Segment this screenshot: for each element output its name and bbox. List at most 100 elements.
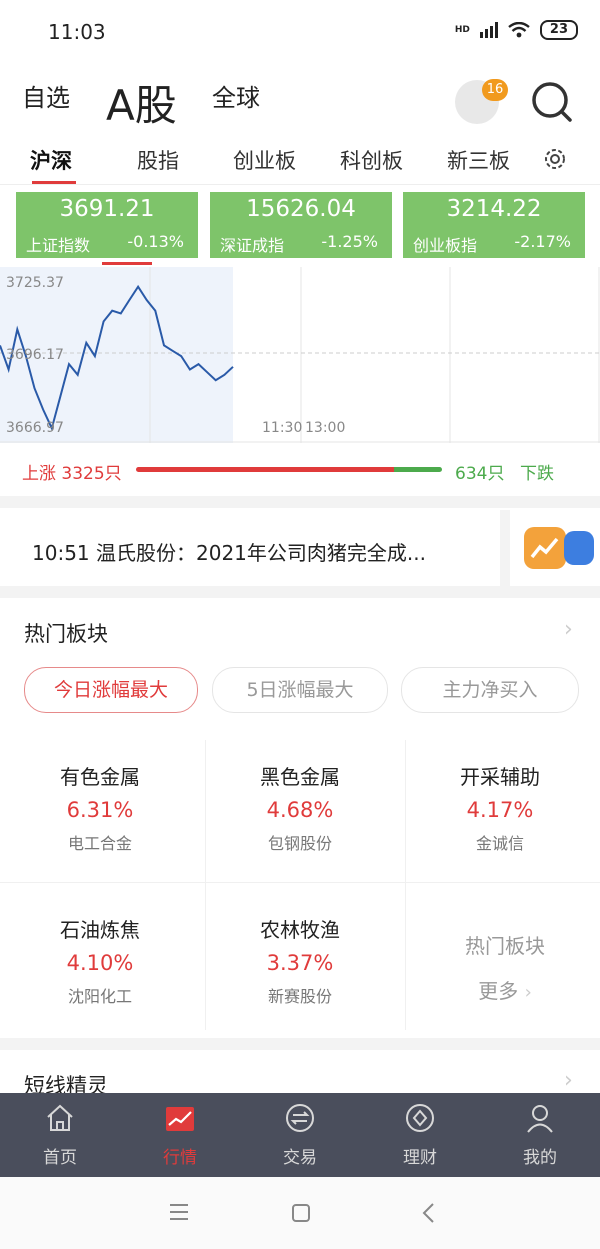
bottom-nav-label: 理财: [403, 1148, 437, 1168]
tab-divider: [0, 184, 600, 185]
more-link-label: 更多: [478, 979, 519, 1003]
sector-name: 农林牧渔: [260, 918, 340, 942]
sector-leader: 沈阳化工: [67, 987, 132, 1006]
intraday-chart[interactable]: 3725.37 3696.17 3666.97 11:30 13:00: [0, 267, 600, 443]
home-icon: [47, 1104, 73, 1131]
index-change: -0.13%: [127, 232, 184, 251]
sector-change: 3.37%: [266, 951, 334, 975]
more-sectors-title[interactable]: 热门板块: [410, 930, 600, 959]
index-name: 上证指数: [26, 236, 91, 255]
index-change: -2.17%: [514, 232, 571, 251]
tab-star-market[interactable]: 科创板: [340, 145, 403, 175]
index-card-shenzhen[interactable]: 15626.04 深证成指 -1.25%: [210, 192, 392, 258]
signal-icon: [479, 22, 498, 38]
pill-today-top-gainers[interactable]: 今日涨幅最大: [24, 667, 198, 713]
app-promo-icon[interactable]: [524, 527, 594, 569]
sector-name: 有色金属: [60, 765, 140, 789]
exchange-icon: [286, 1104, 314, 1132]
nav-a-shares[interactable]: A股: [106, 72, 177, 133]
section-separator: [0, 1038, 600, 1050]
menu-icon[interactable]: [168, 1203, 190, 1221]
selected-index-indicator: [102, 262, 152, 265]
sector-leader: 电工合金: [67, 834, 132, 853]
market-chart-icon: [166, 1107, 194, 1131]
sector-cell[interactable]: 开采辅助 4.17% 金诚信: [405, 761, 595, 854]
nav-watchlist[interactable]: 自选: [22, 78, 70, 113]
news-divider: [500, 510, 510, 586]
y-label-mid: 3696.17: [6, 347, 64, 363]
sector-cell[interactable]: 农林牧渔 3.37% 新赛股份: [205, 914, 395, 1007]
advancers-bar: [136, 467, 394, 472]
pill-main-net-buy[interactable]: 主力净买入: [401, 667, 579, 713]
index-value: 15626.04: [246, 196, 356, 222]
bottom-nav-trade[interactable]: 交易: [240, 1093, 360, 1177]
status-time: 11:03: [48, 20, 106, 44]
bottom-nav-label: 交易: [283, 1148, 317, 1168]
status-icons: HD 23: [455, 20, 578, 40]
bottom-nav-me[interactable]: 我的: [480, 1093, 600, 1177]
advancers-label: 上涨: [22, 464, 56, 484]
news-headline[interactable]: 10:51 温氏股份：2021年公司肉猪完全成...: [32, 537, 426, 566]
x-label-1130: 11:30: [262, 420, 302, 436]
tab-stock-index[interactable]: 股指: [137, 145, 179, 175]
gear-icon[interactable]: [542, 146, 568, 172]
wifi-icon: [508, 22, 530, 38]
notification-badge: 16: [482, 79, 508, 101]
sector-change: 4.68%: [266, 798, 334, 822]
section-separator: [0, 496, 600, 508]
sector-change: 4.17%: [466, 798, 534, 822]
bottom-nav-label: 我的: [523, 1148, 557, 1168]
decliners-count: 634只: [455, 464, 505, 484]
sector-leader: 新赛股份: [267, 987, 332, 1006]
bottom-nav-label: 首页: [43, 1148, 77, 1168]
diamond-icon: [406, 1104, 434, 1132]
sector-leader: 包钢股份: [267, 834, 332, 853]
bottom-nav-label: 行情: [163, 1148, 197, 1168]
hot-sectors-title: 热门板块: [24, 622, 108, 646]
index-name: 深证成指: [220, 236, 285, 255]
system-nav-bar: [0, 1177, 600, 1249]
x-label-1300: 13:00: [305, 420, 345, 436]
back-icon[interactable]: [420, 1202, 436, 1224]
bottom-nav: 首页 行情 交易 理财 我的: [0, 1093, 600, 1177]
sector-change: 4.10%: [66, 951, 134, 975]
chevron-right-icon[interactable]: ›: [564, 1068, 573, 1093]
battery-indicator: 23: [539, 20, 578, 40]
index-card-chinext[interactable]: 3214.22 创业板指 -2.17%: [403, 192, 585, 258]
bottom-nav-home[interactable]: 首页: [0, 1093, 120, 1177]
sector-leader: 金诚信: [475, 834, 524, 853]
y-label-top: 3725.37: [6, 275, 64, 291]
home-square-icon[interactable]: [291, 1203, 311, 1223]
grid-divider: [0, 882, 600, 883]
more-sectors-link[interactable]: 更多 ›: [410, 975, 600, 1004]
bottom-nav-wealth[interactable]: 理财: [360, 1093, 480, 1177]
tab-neeq[interactable]: 新三板: [447, 145, 510, 175]
index-name: 创业板指: [413, 236, 478, 255]
chevron-right-icon[interactable]: ›: [564, 617, 573, 642]
decliners-bar: [394, 467, 442, 472]
decliners-label: 下跌: [520, 464, 554, 484]
index-value: 3214.22: [446, 196, 542, 222]
sector-cell[interactable]: 石油炼焦 4.10% 沈阳化工: [5, 914, 195, 1007]
index-card-shanghai[interactable]: 3691.21 上证指数 -0.13%: [16, 192, 198, 258]
search-icon[interactable]: [530, 80, 574, 124]
sector-cell[interactable]: 黑色金属 4.68% 包钢股份: [205, 761, 395, 854]
bottom-nav-market[interactable]: 行情: [120, 1093, 240, 1177]
index-change: -1.25%: [321, 232, 378, 251]
sector-name: 开采辅助: [460, 765, 540, 789]
hd-label: HD: [454, 25, 470, 35]
chevron-right-icon: ›: [524, 982, 532, 1003]
advancers: 上涨 3325只: [22, 459, 122, 484]
pill-5day-top-gainers[interactable]: 5日涨幅最大: [212, 667, 388, 713]
sector-name: 黑色金属: [260, 765, 340, 789]
sector-cell[interactable]: 有色金属 6.31% 电工合金: [5, 761, 195, 854]
sector-change: 6.31%: [66, 798, 134, 822]
tab-hushen[interactable]: 沪深: [30, 145, 72, 175]
sector-name: 石油炼焦: [60, 918, 140, 942]
user-icon: [527, 1105, 553, 1133]
nav-global[interactable]: 全球: [212, 78, 260, 113]
tab-chinext[interactable]: 创业板: [233, 145, 296, 175]
index-value: 3691.21: [59, 196, 155, 222]
advancers-count: 3325只: [61, 464, 122, 484]
y-label-bottom: 3666.97: [6, 420, 64, 436]
